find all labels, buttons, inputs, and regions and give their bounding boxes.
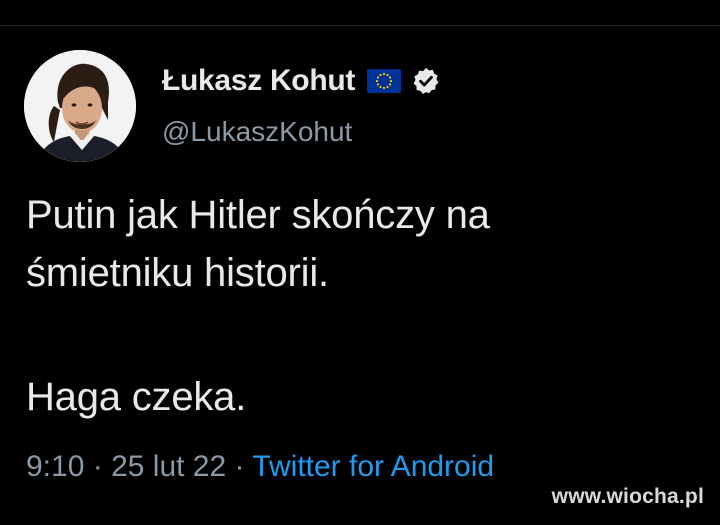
eu-flag-icon [367, 69, 402, 93]
tweet: Łukasz Kohut @LukaszKohut Putin jak Hitl… [0, 0, 720, 525]
verified-badge-icon [411, 66, 441, 96]
tweet-paragraph: Putin jak Hitler skończy na śmietniku hi… [26, 193, 490, 295]
display-name[interactable]: Łukasz Kohut [162, 64, 355, 98]
tweet-time[interactable]: 9:10 [26, 450, 84, 483]
tweet-meta: 9:10 · 25 lut 22 · Twitter for Android [26, 450, 494, 484]
watermark: www.wiocha.pl [551, 485, 704, 508]
tweet-text: Putin jak Hitler skończy na śmietniku hi… [26, 186, 686, 426]
meta-separator: · [234, 450, 245, 483]
meta-separator: · [92, 450, 103, 483]
handle[interactable]: @LukaszKohut [162, 116, 352, 148]
tweet-paragraph: Haga czeka. [26, 375, 247, 419]
tweet-source-link[interactable]: Twitter for Android [252, 450, 494, 483]
avatar-image [24, 50, 136, 162]
avatar[interactable] [24, 50, 136, 162]
author-row: Łukasz Kohut [162, 62, 441, 100]
tweet-date[interactable]: 25 lut 22 [111, 450, 226, 483]
